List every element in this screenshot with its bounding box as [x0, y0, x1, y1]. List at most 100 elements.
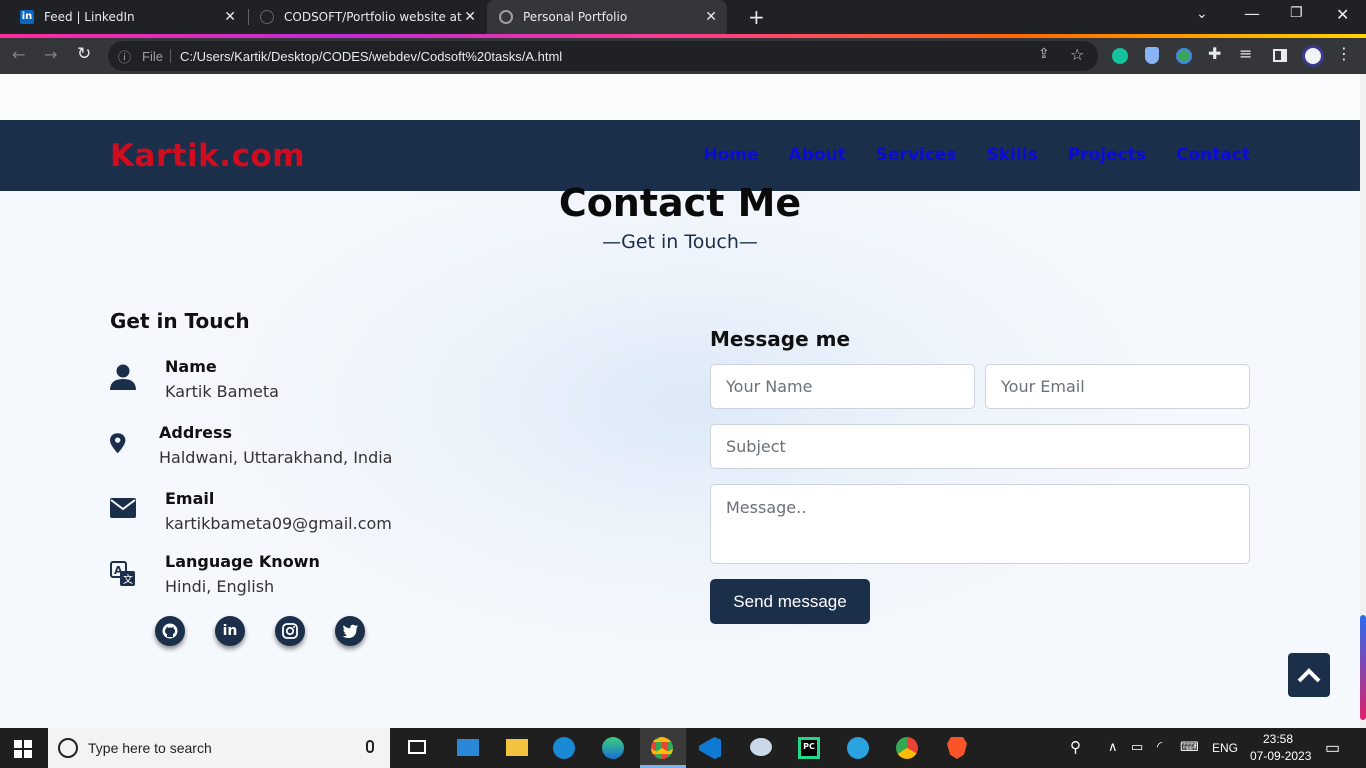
info-value: Hindi, English	[165, 577, 275, 596]
notifications-icon[interactable]: ▭	[1325, 738, 1340, 758]
shield-extension-icon[interactable]	[1145, 47, 1159, 64]
nav-about[interactable]: About	[789, 145, 846, 165]
tab-personal-portfolio[interactable]: Personal Portfolio ✕	[487, 0, 727, 34]
share-icon[interactable]: ⇪	[1038, 46, 1050, 62]
tab-close-icon[interactable]: ✕	[464, 9, 476, 25]
map-pin-icon	[110, 433, 126, 454]
linkedin-link[interactable]: in	[215, 616, 245, 646]
get-in-touch-heading: Get in Touch	[110, 309, 250, 333]
back-arrow-icon[interactable]: ←	[12, 45, 25, 64]
kebab-menu-icon[interactable]: ⋮	[1336, 44, 1352, 63]
instagram-icon	[282, 623, 298, 639]
name-input[interactable]: Your Name	[710, 364, 975, 409]
tab-title: Feed | LinkedIn	[44, 10, 135, 24]
clock-date[interactable]: 07-09-2023	[1250, 749, 1311, 763]
windows-start-icon[interactable]	[14, 740, 32, 758]
address-bar[interactable]: ⓘ File C:/Users/Kartik/Desktop/CODES/web…	[108, 41, 1098, 71]
language-icon: A 文	[110, 561, 135, 586]
social-links: in	[155, 616, 365, 646]
nav-contact[interactable]: Contact	[1176, 145, 1250, 165]
upload-extension-icon[interactable]	[1176, 48, 1192, 64]
info-value: Haldwani, Uttarakhand, India	[159, 448, 393, 467]
info-value: kartikbameta09@gmail.com	[165, 514, 392, 533]
contact-title: Contact Me	[558, 181, 802, 225]
tab-close-icon[interactable]: ✕	[705, 9, 717, 25]
mail-app-icon[interactable]	[454, 736, 480, 760]
nav-links: Home About Services Skills Projects Cont…	[703, 145, 1250, 165]
instagram-link[interactable]	[275, 616, 305, 646]
tab-close-icon[interactable]: ✕	[224, 9, 236, 25]
tab-search-chevron-icon[interactable]: ⌄	[1196, 6, 1208, 22]
contact-subtitle: —Get in Touch—	[602, 231, 758, 253]
keyboard-icon[interactable]: ⌨	[1180, 739, 1199, 755]
profile-avatar[interactable]	[1302, 45, 1324, 67]
chrome-icon[interactable]	[650, 736, 676, 760]
forward-arrow-icon[interactable]: →	[44, 45, 57, 64]
battery-icon[interactable]: ▭	[1131, 739, 1143, 755]
twitter-link[interactable]	[335, 616, 365, 646]
file-explorer-icon[interactable]	[503, 736, 529, 760]
clock-time[interactable]: 23:58	[1263, 732, 1293, 746]
browser-tab-strip: in Feed | LinkedIn ✕ CODSOFT/Portfolio w…	[0, 0, 1366, 34]
chevron-up-icon	[1297, 668, 1321, 683]
info-label: Email	[165, 489, 215, 508]
taskbar-search-box[interactable]: Type here to search	[48, 728, 390, 768]
brave-icon[interactable]	[944, 736, 970, 760]
tab-title: Personal Portfolio	[523, 10, 628, 24]
minimize-icon[interactable]: —	[1244, 4, 1260, 23]
chevron-up-tray-icon[interactable]: ∧	[1108, 739, 1118, 755]
send-message-button[interactable]: Send message	[710, 579, 870, 624]
window-close-icon[interactable]: ✕	[1336, 5, 1349, 24]
info-icon[interactable]: ⓘ	[118, 47, 131, 66]
restore-icon[interactable]: ❐	[1290, 5, 1303, 21]
windows-taskbar: Type here to search PC ⚲ ∧ ▭ ◜ ⌨ ENG 23:…	[0, 728, 1366, 768]
globe-icon	[499, 10, 513, 24]
linkedin-icon: in	[222, 623, 238, 639]
subject-input[interactable]: Subject	[710, 424, 1250, 469]
page-viewport: Kartik.com Home About Services Skills Pr…	[0, 74, 1360, 728]
nav-services[interactable]: Services	[876, 145, 957, 165]
nav-home[interactable]: Home	[703, 145, 758, 165]
people-icon[interactable]: ⚲	[1070, 738, 1081, 756]
chrome-profile-icon[interactable]	[895, 736, 921, 760]
tab-codsoft-github[interactable]: CODSOFT/Portfolio website at m ✕	[248, 0, 486, 34]
media-queue-icon[interactable]: ≡	[1239, 44, 1252, 63]
github-icon	[162, 623, 178, 639]
nav-projects[interactable]: Projects	[1068, 145, 1146, 165]
side-panel-icon[interactable]	[1273, 49, 1287, 62]
message-textarea[interactable]: Message..	[710, 484, 1250, 564]
info-label: Language Known	[165, 552, 320, 571]
scrollbar-thumb[interactable]	[1360, 615, 1366, 720]
info-label: Name	[165, 357, 217, 376]
tab-title: CODSOFT/Portfolio website at m	[284, 10, 462, 24]
new-tab-button[interactable]: +	[736, 0, 766, 34]
email-input[interactable]: Your Email	[985, 364, 1250, 409]
telegram-icon[interactable]	[846, 736, 872, 760]
language-indicator[interactable]: ENG	[1212, 741, 1238, 755]
task-view-icon[interactable]	[405, 736, 431, 760]
url-text[interactable]: C:/Users/Kartik/Desktop/CODES/webdev/Cod…	[180, 49, 562, 64]
search-icon	[58, 738, 78, 758]
puzzle-extensions-icon[interactable]: ✚	[1208, 44, 1221, 63]
nav-skills[interactable]: Skills	[987, 145, 1038, 165]
user-icon	[110, 364, 136, 390]
tab-linkedin[interactable]: in Feed | LinkedIn ✕	[8, 0, 246, 34]
microphone-icon[interactable]	[366, 740, 374, 753]
github-link[interactable]	[155, 616, 185, 646]
bookmark-star-icon[interactable]: ☆	[1070, 45, 1084, 64]
paint-app-icon[interactable]	[748, 736, 774, 760]
grammarly-extension-icon[interactable]	[1112, 48, 1128, 64]
linkedin-favicon-icon: in	[20, 10, 34, 24]
scroll-to-top-button[interactable]	[1288, 653, 1330, 697]
vscode-icon[interactable]	[698, 736, 724, 760]
envelope-icon	[110, 498, 136, 518]
info-value: Kartik Bameta	[165, 382, 279, 401]
wifi-icon[interactable]: ◜	[1157, 738, 1162, 755]
site-logo[interactable]: Kartik.com	[110, 138, 305, 174]
pycharm-icon[interactable]: PC	[797, 736, 823, 760]
edge-browser-icon[interactable]	[601, 736, 627, 760]
twitter-icon	[342, 624, 358, 638]
reload-icon[interactable]: ↻	[77, 44, 91, 64]
edge-icon[interactable]	[552, 736, 578, 760]
svg-text:文: 文	[123, 573, 133, 586]
